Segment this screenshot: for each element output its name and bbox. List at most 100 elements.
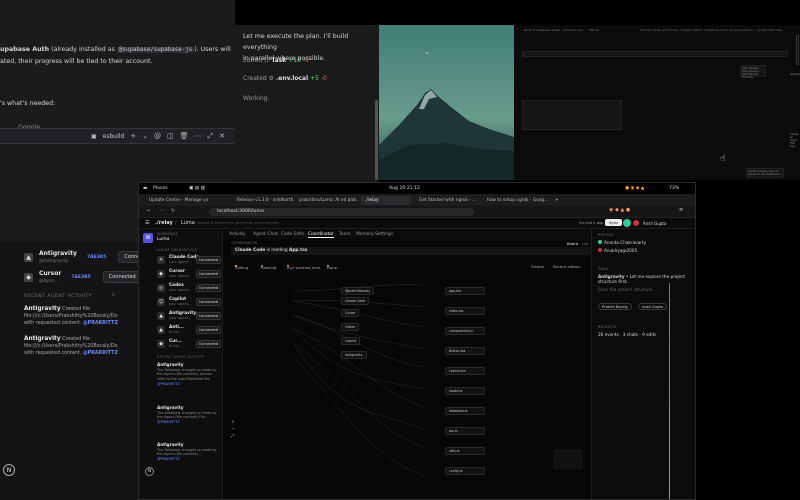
edited-row[interactable]: Edited ☷ Task +10 -0 [243, 57, 309, 64]
reload-icon[interactable]: ↻ [171, 208, 175, 214]
recent-editors-toggle[interactable]: Recent editors [553, 264, 580, 269]
address-bar[interactable]: localhost:3000/luma [209, 208, 474, 216]
app-brand[interactable]: ./relay [155, 220, 173, 226]
person-item[interactable]: Anukhya@2005 [598, 248, 637, 253]
more-icon[interactable]: ⋯ [195, 132, 202, 140]
app-logo-icon[interactable]: N [145, 467, 154, 476]
view-board[interactable]: Board [567, 241, 578, 246]
tab-activity[interactable]: Activity [229, 232, 245, 237]
zoom-out-icon[interactable]: − [231, 427, 235, 432]
browser-tab-active[interactable]: ./relay [361, 196, 411, 205]
minimap[interactable] [553, 449, 583, 469]
bg-tab[interactable]: How to create git on tree - Google Searc… [640, 28, 702, 34]
tab-code-edits[interactable]: Code Edits [281, 232, 304, 237]
sidebar-agent-cursor[interactable]: ◆ Cursor your agent... Connected [157, 268, 221, 281]
tab-team[interactable]: Team [339, 232, 351, 237]
browser-tab[interactable]: prakritisv/Luma: AI ed plat... [295, 196, 359, 205]
terminal-icon[interactable]: ▣ [91, 133, 97, 140]
bg-tab[interactable]: Github [589, 28, 599, 34]
graph-node-file[interactable]: App.tsx [445, 287, 485, 295]
sidebar-agent-codex[interactable]: ◎ Codex your agent... Connected [157, 282, 221, 295]
maximize-icon[interactable]: ⤢ [208, 132, 214, 141]
flatten-toggle[interactable]: Flatten [531, 264, 544, 269]
sidebar-agent-antigravity[interactable]: ▲ Antigravity your agent... Connected [157, 310, 221, 323]
at-icon[interactable]: @ [154, 132, 161, 140]
activity-item[interactable]: Antigravity Created file file:///c:/User… [24, 336, 136, 357]
activity-item[interactable]: Antigravity The following changes w made… [157, 405, 221, 425]
browser-tab[interactable]: Update Center - Manage yo [145, 196, 231, 205]
graph-node-agent[interactable]: Antigravity [341, 351, 367, 359]
tab-agent-chat[interactable]: Agent Chat [253, 232, 278, 237]
browser-tab[interactable]: Release v1.3.0 - siddharth... [233, 196, 293, 205]
activity-item[interactable]: Antigravity The following changes w made… [157, 442, 221, 462]
graph-node-file[interactable]: index.tsx [445, 307, 485, 315]
clock[interactable]: Aug 20 21:12 [389, 186, 420, 191]
activity-item[interactable]: Antigravity Created file file:///c:/User… [24, 306, 136, 327]
graph-node-root[interactable]: @prakritibocaly [341, 287, 375, 295]
graph-node-file[interactable]: utils.ts [445, 447, 485, 455]
activity-tag[interactable]: @PRAKRITTZ [83, 351, 118, 356]
tab-coordinator[interactable]: Coordinator [308, 232, 334, 238]
zoom-in-icon[interactable]: + [231, 420, 235, 425]
created-row[interactable]: Created ⚙ .env.local +5 -0 [243, 75, 327, 82]
graph-node-file[interactable]: config.ts [445, 467, 485, 475]
graph-node-file[interactable]: hooks.ts [445, 387, 485, 395]
sync-button[interactable]: Sync [605, 219, 623, 226]
coordinator-canvas[interactable]: + − ⤢ [223, 239, 591, 499]
graph-node-agent[interactable]: Claude Code [341, 297, 370, 305]
graph-node-agent[interactable]: Cursor [341, 309, 360, 317]
sidebar-agent-anti[interactable]: ▲ Anti... Build... Connected [157, 324, 221, 337]
add-terminal-icon[interactable]: + [130, 132, 136, 140]
close-icon[interactable]: ✕ [219, 132, 225, 140]
extension-icons[interactable]: ◉ ◆ ▲ ● [609, 207, 630, 213]
avatar[interactable] [633, 220, 639, 226]
chevron-down-icon[interactable]: ⌄ [142, 132, 148, 140]
places-menu[interactable]: Places [153, 186, 168, 191]
bg-tab[interactable]: undefined_error: at any platform.. | cre… [704, 28, 782, 34]
graph-node-file[interactable]: api.ts [445, 427, 485, 435]
terminal-name[interactable]: esbuild [103, 133, 125, 140]
assignee-chip[interactable]: Ansh Gupta [638, 303, 667, 310]
person-item[interactable]: Ananta Chakravarty [598, 240, 646, 245]
graph-node-file[interactable]: database.ts [445, 407, 485, 415]
sidebar-agent-claude-code[interactable]: ✳ Claude Code your agent... Connected [157, 254, 221, 267]
graph-node-file[interactable]: Layout.tsx [445, 367, 485, 375]
app-logo-icon[interactable]: N [3, 464, 15, 476]
back-icon[interactable]: ← [147, 208, 151, 214]
activity-tag[interactable]: @PRAKRITTZ [83, 321, 118, 326]
activity-tag[interactable]: @PRAKRITTZ [157, 457, 180, 461]
scrollbar[interactable] [375, 100, 378, 180]
forward-icon[interactable]: → [159, 208, 163, 214]
hamburger-icon[interactable]: ☰ [145, 220, 149, 226]
user-name[interactable]: Ansh Gupta [643, 221, 666, 226]
graph-node-file[interactable]: Button.tsx [445, 347, 485, 355]
menu-icon[interactable]: ≡ [679, 207, 683, 213]
assignee-chip[interactable]: Prakriti Bocaly [598, 303, 632, 310]
avatar[interactable] [623, 219, 631, 227]
graph-node-file[interactable]: components/ui [445, 327, 485, 335]
agent-row[interactable]: ◆ Cursor @Kyzo... 7AE3R5 Connected [24, 270, 142, 284]
view-list[interactable]: List [582, 241, 589, 246]
scrollbar[interactable] [796, 35, 799, 65]
trash-icon[interactable]: 🗑 [180, 132, 189, 140]
split-icon[interactable]: ◫ [167, 132, 174, 140]
sidebar-agent-copilot[interactable]: ☺ Copilot your agent... Connected [157, 296, 221, 309]
workspace-avatar[interactable]: W [143, 233, 153, 243]
graph-node-agent[interactable]: Codex [341, 323, 359, 331]
activity-tag[interactable]: @PRAKRITTZ [157, 382, 180, 386]
tab-settings[interactable]: Settings [375, 232, 393, 237]
graph-node-agent[interactable]: Copilot [341, 337, 361, 345]
browser-tab[interactable]: Get Started with ngrok - ... [415, 196, 481, 205]
zoom-controls[interactable]: + − ⤢ [231, 419, 235, 440]
tab-memory[interactable]: Memory [356, 232, 374, 237]
project-name[interactable]: Luma [181, 220, 195, 226]
activity-item[interactable]: Antigravity The following changes w made… [157, 362, 221, 387]
fit-view-icon[interactable]: ⤢ [231, 434, 235, 439]
bg-tab[interactable]: Rank of supabase-email - Vercel Sound [524, 28, 583, 34]
activities-icon[interactable]: ▬ [143, 186, 147, 191]
new-tab-icon[interactable]: + [551, 196, 561, 205]
browser-tab[interactable]: how to setup ngrok - Goog... [483, 196, 549, 205]
sidebar-agent-cur[interactable]: ◆ Cur... Build... Connected [157, 338, 221, 351]
workspace-name[interactable]: Luma [157, 237, 169, 242]
activity-tag[interactable]: @PRAKRITTZ [157, 420, 180, 424]
